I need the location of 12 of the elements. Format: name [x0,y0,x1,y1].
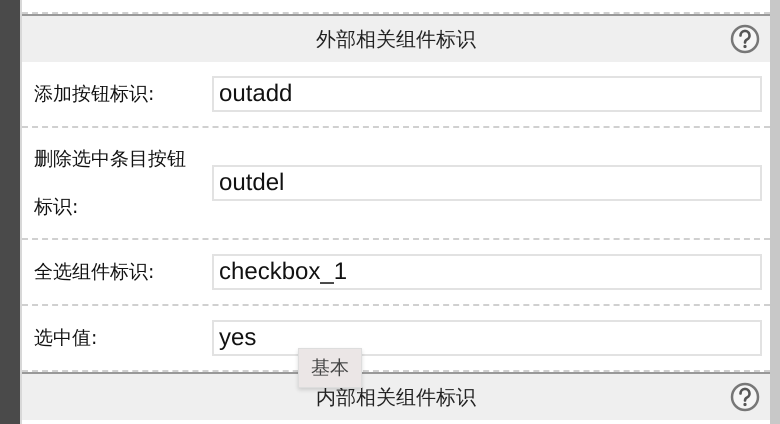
help-icon[interactable] [730,24,760,54]
field-label: 删除选中条目按钮标识: [34,147,187,220]
field-label: 选中值: [34,326,98,351]
field-label: 添加按钮标识: [34,82,156,107]
help-icon[interactable] [730,382,760,412]
input-field[interactable]: outdel [212,165,762,201]
tooltip: 基本 [298,348,362,388]
input-field[interactable]: yes [212,320,762,356]
input-field[interactable]: outadd [212,76,762,112]
field-label: 全选组件标识: [34,260,156,285]
section-title: 外部相关组件标识 [316,26,476,52]
input-field[interactable]: checkbox_1 [212,254,762,290]
